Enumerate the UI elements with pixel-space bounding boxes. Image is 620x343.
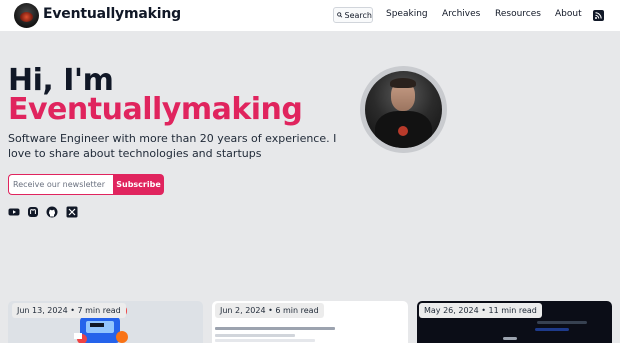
x-link[interactable]: [66, 206, 78, 218]
search-icon: [337, 12, 343, 18]
rss-button[interactable]: [593, 10, 604, 21]
hero-name: Eventuallymaking: [8, 92, 303, 127]
newsletter-form: Subscribe: [8, 174, 164, 195]
nav-speaking[interactable]: Speaking: [386, 9, 428, 19]
post-card[interactable]: Jun 2, 2024 • 6 min read: [212, 301, 408, 343]
post-cards-section: Jun 13, 2024 • 7 min read Jun 2, 2024 • …: [0, 271, 620, 343]
site-name[interactable]: Eventuallymaking: [43, 6, 181, 22]
search-button[interactable]: Search: [333, 7, 373, 23]
nav-about[interactable]: About: [555, 9, 582, 19]
x-icon: [66, 206, 78, 218]
nav-resources[interactable]: Resources: [495, 9, 541, 19]
newsletter-email-input[interactable]: [8, 174, 113, 195]
post-meta-badge: May 26, 2024 • 11 min read: [419, 303, 542, 318]
youtube-link[interactable]: [8, 206, 20, 218]
subscribe-button[interactable]: Subscribe: [113, 174, 164, 195]
mastodon-icon: [28, 207, 38, 217]
search-label: Search: [344, 10, 372, 20]
post-meta-badge: Jun 2, 2024 • 6 min read: [215, 303, 324, 318]
rss-icon: [595, 12, 602, 19]
post-card[interactable]: Jun 13, 2024 • 7 min read: [8, 301, 203, 343]
post-meta-badge: Jun 13, 2024 • 7 min read: [12, 303, 126, 318]
nav-archives[interactable]: Archives: [442, 9, 480, 19]
youtube-icon: [8, 208, 20, 216]
mastodon-link[interactable]: [27, 206, 39, 218]
hero-section: Hi, I'm Eventuallymaking Software Engine…: [0, 31, 620, 271]
author-portrait: [365, 71, 442, 148]
github-link[interactable]: [46, 206, 58, 218]
logo-avatar[interactable]: [14, 3, 39, 28]
site-header: Eventuallymaking Search Speaking Archive…: [0, 0, 620, 31]
github-icon: [46, 206, 58, 218]
hero-bio: Software Engineer with more than 20 year…: [8, 132, 337, 160]
post-card[interactable]: May 26, 2024 • 11 min read: [417, 301, 612, 343]
